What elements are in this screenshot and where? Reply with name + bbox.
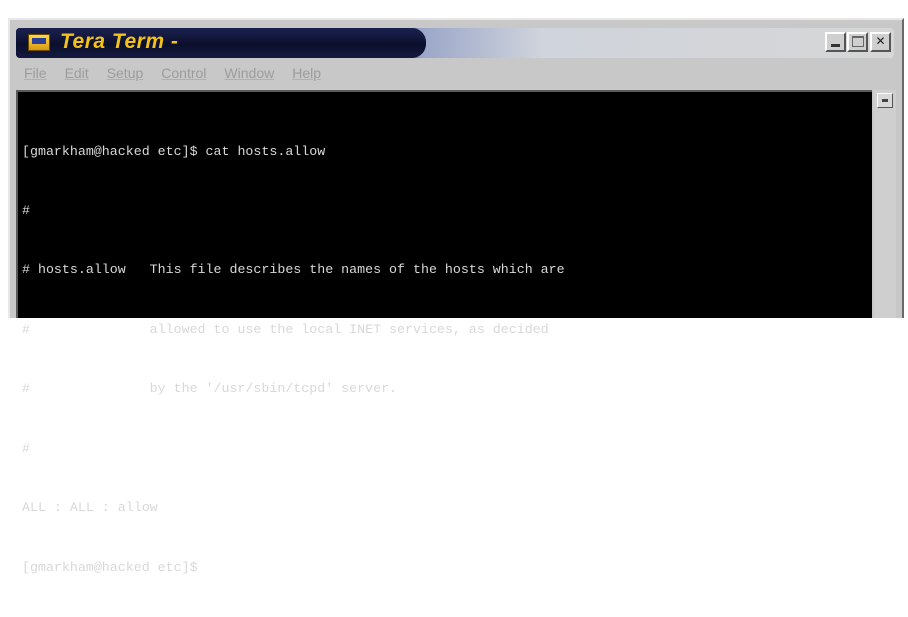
title-bar-active-region: Tera Term - xyxy=(16,28,426,58)
terminal-line: [gmarkham@hacked etc]$ cat hosts.allow xyxy=(22,143,326,159)
menu-window[interactable]: Window xyxy=(224,65,274,81)
maximize-button[interactable] xyxy=(847,32,868,52)
title-bar[interactable]: Tera Term - ✕ xyxy=(16,28,894,58)
menu-control[interactable]: Control xyxy=(161,65,206,81)
terminal-prompt-line: [gmarkham@hacked etc]$ xyxy=(22,557,565,577)
terminal-output: [gmarkham@hacked etc]$ cat hosts.allow #… xyxy=(22,102,565,617)
text-cursor xyxy=(207,557,217,575)
minimize-icon xyxy=(831,44,840,47)
close-button[interactable]: ✕ xyxy=(870,32,891,52)
minimize-button[interactable] xyxy=(825,32,846,52)
tera-term-app-icon[interactable] xyxy=(28,34,50,51)
window-title: Tera Term - xyxy=(60,30,179,53)
terminal-area[interactable]: [gmarkham@hacked etc]$ cat hosts.allow #… xyxy=(16,90,872,575)
terminal-line: # by the '/usr/sbin/tcpd' server. xyxy=(22,381,398,397)
close-icon: ✕ xyxy=(875,34,886,48)
terminal-prompt: [gmarkham@hacked etc]$ xyxy=(22,560,206,576)
tera-term-window: Tera Term - ✕ File Edit Setup Control Wi… xyxy=(8,18,904,575)
menu-bar: File Edit Setup Control Window Help xyxy=(16,60,894,86)
terminal-line: # xyxy=(22,440,30,456)
terminal-line: # hosts.allow This file describes the na… xyxy=(22,262,565,278)
terminal-line: # xyxy=(22,202,30,218)
terminal-line: ALL : ALL : allow xyxy=(22,499,158,515)
maximize-icon xyxy=(852,36,864,47)
menu-help[interactable]: Help xyxy=(292,65,321,81)
terminal-line: # allowed to use the local INET services… xyxy=(22,321,549,337)
vertical-scrollbar[interactable] xyxy=(874,90,896,318)
menu-setup[interactable]: Setup xyxy=(107,65,144,81)
menu-file[interactable]: File xyxy=(24,65,47,81)
scroll-up-arrow-icon[interactable] xyxy=(877,93,893,108)
menu-edit[interactable]: Edit xyxy=(65,65,89,81)
